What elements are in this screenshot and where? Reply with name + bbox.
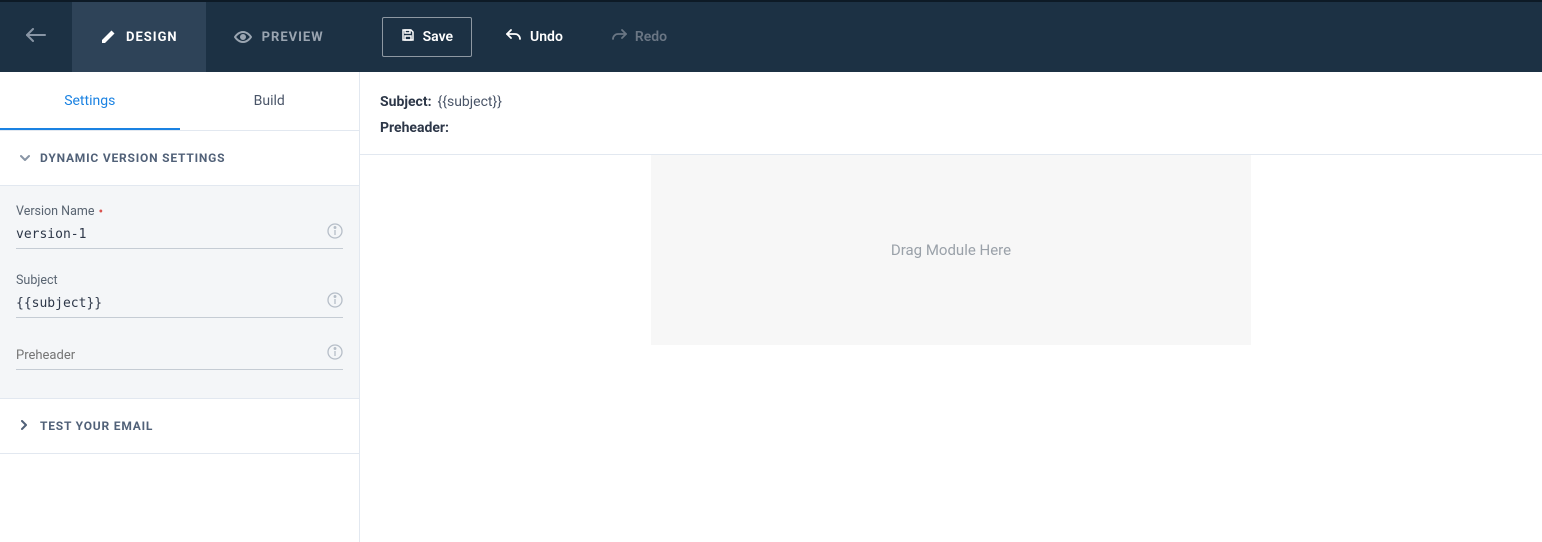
- field-version-name-label-row: Version Name •: [16, 204, 343, 219]
- section-test-title: TEST YOUR EMAIL: [40, 419, 153, 433]
- sidebar-subtabs: Settings Build: [0, 72, 359, 130]
- info-icon[interactable]: [327, 292, 343, 312]
- topbar: DESIGN PREVIEW Save Undo Redo: [0, 2, 1542, 72]
- tab-preview[interactable]: PREVIEW: [206, 2, 352, 72]
- preheader-input[interactable]: [16, 342, 343, 370]
- redo-label: Redo: [635, 29, 667, 45]
- chevron-right-icon: [20, 419, 28, 433]
- tab-design-label: DESIGN: [126, 30, 178, 45]
- section-dynamic-title: DYNAMIC VERSION SETTINGS: [40, 151, 225, 165]
- mail-header: Subject: {{subject}} Preheader:: [360, 72, 1542, 155]
- save-button[interactable]: Save: [382, 17, 472, 57]
- mail-preheader-row: Preheader:: [380, 120, 1522, 136]
- chevron-down-icon: [20, 154, 30, 162]
- tab-preview-label: PREVIEW: [262, 30, 324, 45]
- undo-icon: [506, 28, 522, 46]
- field-version-name: Version Name •: [16, 204, 343, 249]
- mail-preheader-label: Preheader:: [380, 120, 449, 136]
- subject-input[interactable]: [16, 290, 343, 318]
- info-icon[interactable]: [327, 223, 343, 243]
- mail-subject-label: Subject:: [380, 94, 432, 110]
- section-dynamic-header[interactable]: DYNAMIC VERSION SETTINGS: [0, 131, 359, 185]
- info-icon[interactable]: [327, 344, 343, 364]
- field-subject-label: Subject: [16, 273, 58, 288]
- redo-button[interactable]: Redo: [597, 20, 681, 54]
- section-dynamic-body: Version Name • Subject: [0, 185, 359, 399]
- section-test-header[interactable]: TEST YOUR EMAIL: [0, 399, 359, 454]
- main: Subject: {{subject}} Preheader: Drag Mod…: [360, 72, 1542, 542]
- redo-icon: [611, 28, 627, 46]
- save-icon: [401, 28, 415, 46]
- field-version-name-label: Version Name: [16, 204, 95, 219]
- pencil-icon: [100, 29, 116, 45]
- field-preheader: [16, 342, 343, 370]
- subtab-build-label: Build: [254, 93, 285, 109]
- drop-zone-text: Drag Module Here: [891, 241, 1011, 259]
- save-label: Save: [423, 29, 453, 45]
- body: Settings Build DYNAMIC VERSION SETTINGS …: [0, 72, 1542, 542]
- eye-icon: [234, 31, 252, 43]
- canvas: Drag Module Here: [360, 155, 1542, 542]
- sidebar: Settings Build DYNAMIC VERSION SETTINGS …: [0, 72, 360, 542]
- toolbar: Save Undo Redo: [382, 2, 681, 72]
- subtab-build[interactable]: Build: [180, 72, 360, 130]
- subtab-settings-label: Settings: [64, 93, 115, 109]
- module-drop-zone[interactable]: Drag Module Here: [651, 155, 1251, 345]
- undo-button[interactable]: Undo: [492, 20, 577, 54]
- arrow-left-icon: [26, 28, 46, 46]
- undo-label: Undo: [530, 29, 563, 45]
- version-name-input[interactable]: [16, 221, 343, 249]
- subtab-settings[interactable]: Settings: [0, 72, 180, 130]
- required-indicator: •: [99, 205, 104, 219]
- mail-subject-row: Subject: {{subject}}: [380, 94, 1522, 110]
- tab-design[interactable]: DESIGN: [72, 2, 206, 72]
- field-subject: Subject: [16, 273, 343, 318]
- mail-subject-value: {{subject}}: [438, 94, 502, 110]
- back-button[interactable]: [0, 2, 72, 72]
